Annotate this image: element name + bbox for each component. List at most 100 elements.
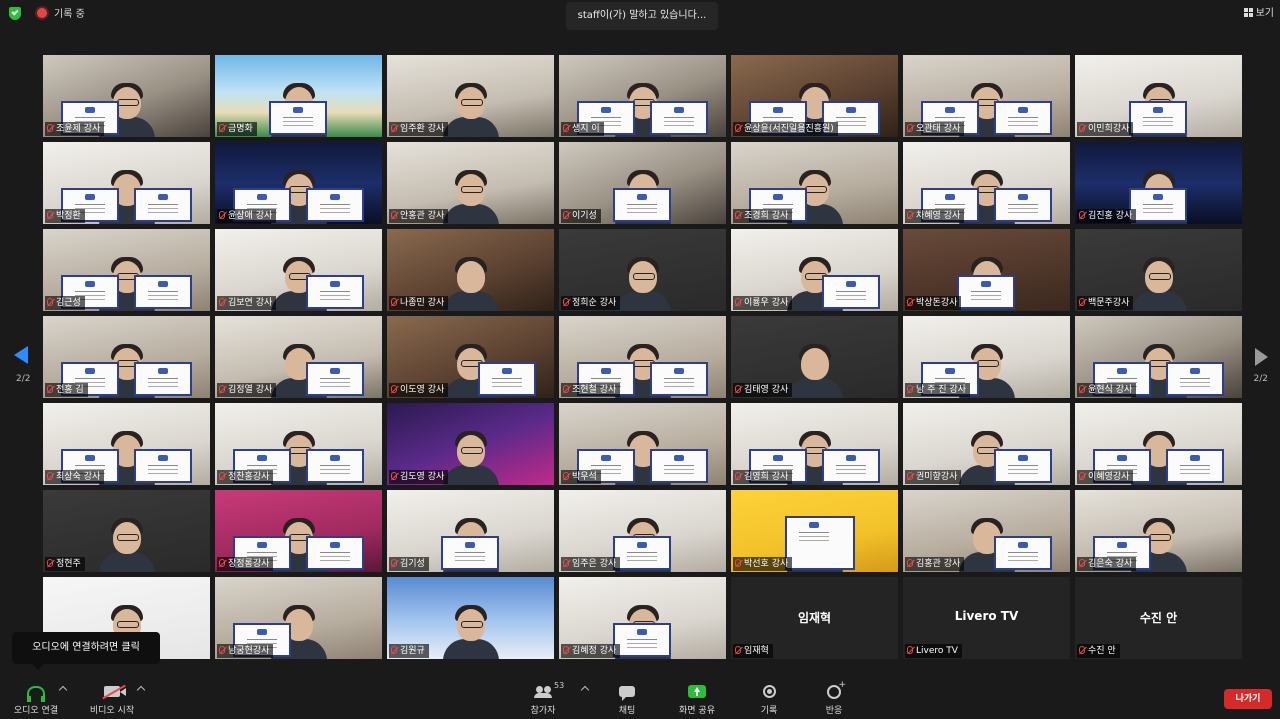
recording-icon — [37, 8, 47, 18]
participant-tile[interactable]: 이혜영강사 — [1075, 403, 1242, 485]
participant-tile[interactable]: 김진홍 강사 — [1075, 142, 1242, 224]
participant-name-tag: 나종민 강사 — [389, 296, 449, 310]
participant-tile[interactable]: 김원규 — [387, 577, 554, 659]
muted-mic-icon — [47, 211, 53, 219]
participant-tile[interactable]: 박상돈강사 — [903, 229, 1070, 311]
participant-tile[interactable]: 윤상윤(서진일용진흥원) — [731, 55, 898, 137]
participant-name-tag: 박우석 — [561, 470, 601, 484]
participant-tile[interactable]: 안홍관 강사 — [387, 142, 554, 224]
next-page-arrow-icon[interactable] — [1255, 348, 1268, 366]
participant-tile[interactable]: 나종민 강사 — [387, 229, 554, 311]
participant-name: 임주은 강사 — [572, 559, 617, 569]
participant-tile[interactable]: 임주환 강사 — [387, 55, 554, 137]
participant-tile[interactable]: 김기성 — [387, 490, 554, 572]
participant-tile[interactable]: 최상숙 강사 — [43, 403, 210, 485]
participant-tile[interactable]: 김근성 — [43, 229, 210, 311]
chat-label: 채팅 — [618, 706, 636, 716]
muted-mic-icon — [907, 298, 913, 306]
participant-tile[interactable]: 생지 이 — [559, 55, 726, 137]
participant-name-tag: 이룡우 강사 — [733, 296, 793, 310]
participant-tile[interactable]: 임주은 강사 — [559, 490, 726, 572]
certificate-image — [613, 188, 671, 222]
muted-mic-icon — [563, 385, 569, 393]
participant-tile[interactable]: 김영희 강사 — [731, 403, 898, 485]
participant-video — [1130, 255, 1187, 311]
certificate-image — [269, 101, 327, 135]
top-bar: 기록 중 staff이(가) 말하고 있습니다... 보기 — [0, 0, 1280, 30]
participant-tile[interactable]: 이기성 — [559, 142, 726, 224]
participant-tile[interactable]: 금명화 — [215, 55, 382, 137]
certificate-image — [822, 449, 880, 483]
participant-tile[interactable]: 남궁현강사 — [215, 577, 382, 659]
view-button[interactable]: 보기 — [1243, 4, 1274, 19]
participant-name: 김보연 강사 — [228, 298, 273, 308]
participant-name-tag: 차혜영 강사 — [905, 209, 965, 223]
participant-tile[interactable]: 김혜정 강사 — [559, 577, 726, 659]
participant-tile[interactable]: 조현철 강사 — [559, 316, 726, 398]
participant-name: 차혜영 강사 — [916, 211, 961, 221]
participant-tile[interactable]: 정현주 — [43, 490, 210, 572]
participant-tile[interactable]: 전홍 김 — [43, 316, 210, 398]
participant-tile[interactable]: 김은숙 강사 — [1075, 490, 1242, 572]
record-button[interactable]: 기록 — [756, 683, 782, 716]
participant-name-tag: 이민희강사 — [1077, 122, 1134, 136]
muted-mic-icon — [735, 385, 741, 393]
participant-tile[interactable]: 차혜영 강사 — [903, 142, 1070, 224]
participant-name: 김영희 강사 — [744, 472, 789, 482]
start-video-button[interactable]: 비디오 시작 — [84, 683, 140, 716]
muted-mic-icon — [563, 124, 569, 132]
participant-tile[interactable]: 남 주 진 강사 — [903, 316, 1070, 398]
participant-tile[interactable]: 김보연 강사 — [215, 229, 382, 311]
participant-tile[interactable]: 이민희강사 — [1075, 55, 1242, 137]
participant-tile[interactable]: 박정환 — [43, 142, 210, 224]
video-off-icon — [104, 686, 126, 697]
certificate-image — [957, 275, 1015, 309]
participant-name-tag: 이도영 강사 — [389, 383, 449, 397]
participant-tile[interactable]: 이룡우 강사 — [731, 229, 898, 311]
participant-name-tag: 최상숙 강사 — [45, 470, 105, 484]
participant-tile[interactable]: 김태영 강사 — [731, 316, 898, 398]
participant-tile[interactable]: 백문주강사 — [1075, 229, 1242, 311]
participant-name-tag: 오관태 강사 — [905, 122, 965, 136]
participant-name-tag: 김진홍 강사 — [1077, 209, 1137, 223]
participants-button[interactable]: 53 참가자 — [526, 681, 565, 716]
participant-tile[interactable]: 김도영 강사 — [387, 403, 554, 485]
participant-name: 장정롱강사 — [228, 559, 270, 569]
participant-tile[interactable]: 조윤제 강사 — [43, 55, 210, 137]
participant-tile[interactable]: 윤상애 강사 — [215, 142, 382, 224]
participant-tile[interactable]: Livero TV Livero TV — [903, 577, 1070, 659]
participant-tile[interactable]: 수진 안 수진 안 — [1075, 577, 1242, 659]
security-shield-icon[interactable] — [9, 7, 21, 20]
participant-tile[interactable]: 정희순 강사 — [559, 229, 726, 311]
certificate-image — [1166, 362, 1224, 396]
participants-options-chevron-icon[interactable] — [580, 685, 590, 695]
participant-tile[interactable]: 박선호 강사 — [731, 490, 898, 572]
participant-tile[interactable]: 윤현식 강사 — [1075, 316, 1242, 398]
participant-tile[interactable]: 김정열 강사 — [215, 316, 382, 398]
participant-name: 박우석 — [572, 472, 597, 482]
participant-tile[interactable]: 권미향강사 — [903, 403, 1070, 485]
participant-tile[interactable]: 오관태 강사 — [903, 55, 1070, 137]
participant-tile[interactable]: 박우석 — [559, 403, 726, 485]
chat-button[interactable]: 채팅 — [612, 683, 642, 716]
share-screen-button[interactable]: 화면 공유 — [674, 683, 720, 716]
reactions-button[interactable]: 반응 — [820, 680, 848, 717]
join-audio-button[interactable]: 오디오 연결 — [10, 683, 62, 716]
participant-tile[interactable]: 조경희 강사 — [731, 142, 898, 224]
participant-tile[interactable]: 임재혁 임재혁 — [731, 577, 898, 659]
participant-name: 이기성 — [572, 211, 597, 221]
muted-mic-icon — [391, 298, 397, 306]
previous-page-arrow-icon[interactable] — [14, 346, 28, 364]
certificate-image — [1129, 101, 1187, 135]
participant-tile[interactable]: 장정롱강사 — [215, 490, 382, 572]
leave-meeting-button[interactable]: 나가기 — [1224, 689, 1272, 709]
participant-tile[interactable]: 김홍관 강사 — [903, 490, 1070, 572]
participant-name: 수진 안 — [1088, 646, 1116, 656]
muted-mic-icon — [735, 559, 741, 567]
participant-tile[interactable]: 정찬홍강사 — [215, 403, 382, 485]
participant-name-tag: 박상돈강사 — [905, 296, 962, 310]
meeting-toolbar: 오디오 연결 비디오 시작 53 참가자 채팅 화면 공유 기록 반응 나가기 — [0, 675, 1280, 719]
participant-video — [98, 516, 155, 572]
participant-name-tag: 수진 안 — [1077, 644, 1120, 658]
participant-tile[interactable]: 이도영 강사 — [387, 316, 554, 398]
